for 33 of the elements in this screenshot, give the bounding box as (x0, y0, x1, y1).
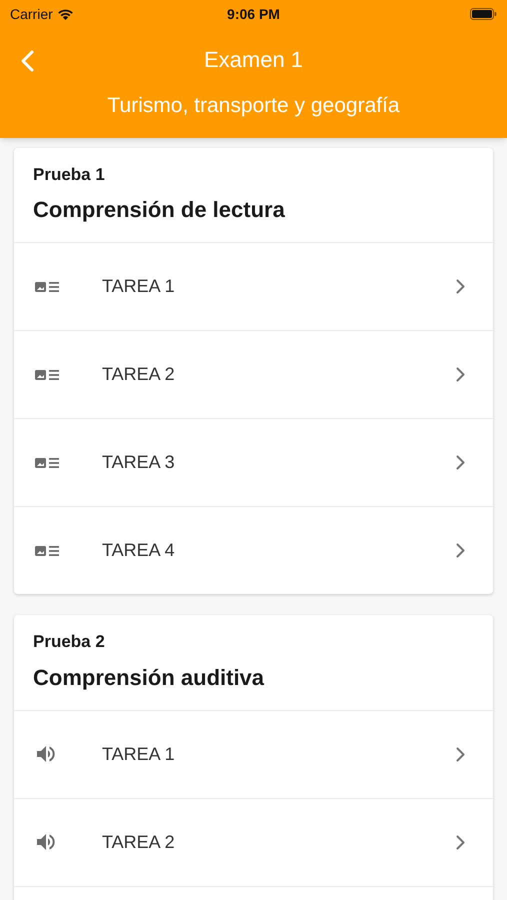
task-row[interactable]: TAREA 2 (14, 330, 493, 418)
chevron-icon (456, 279, 465, 294)
task-label: TAREA 4 (102, 539, 176, 562)
wifi-icon (56, 8, 74, 20)
image-text-icon (34, 456, 60, 470)
battery-icon (470, 8, 498, 20)
chevron-icon (456, 543, 465, 558)
status-time: 9:06 PM (227, 4, 280, 24)
section-title: Comprensión auditiva (33, 664, 266, 692)
task-label: TAREA 3 (102, 451, 176, 474)
header-subtitle: Turismo, transporte y geografía (107, 94, 400, 117)
task-row[interactable]: TAREA 1 (14, 242, 493, 330)
image-text-icon (34, 368, 60, 382)
task-label: TAREA 2 (102, 363, 176, 386)
image-text-icon (34, 544, 60, 558)
task-label: TAREA 2 (102, 830, 176, 854)
carrier-label: Carrier (10, 4, 53, 24)
task-row[interactable]: TAREA 3 (14, 418, 493, 506)
image-text-icon (34, 280, 60, 294)
back-icon (20, 50, 34, 72)
task-row[interactable]: TAREA 1 (14, 710, 493, 798)
chevron-icon (456, 455, 465, 470)
section-label: Prueba 2 (33, 631, 106, 653)
section-label: Prueba 1 (33, 164, 106, 186)
chevron-icon (456, 367, 465, 382)
task-row[interactable]: TAREA 2 (14, 798, 493, 886)
section-title: Comprensión de lectura (33, 196, 286, 224)
task-row[interactable]: TAREA 4 (14, 506, 493, 594)
task-label: TAREA 1 (102, 742, 176, 766)
chevron-icon (456, 746, 465, 762)
header-title: Examen 1 (204, 46, 304, 74)
task-label: TAREA 1 (102, 275, 176, 298)
chevron-icon (456, 834, 465, 850)
